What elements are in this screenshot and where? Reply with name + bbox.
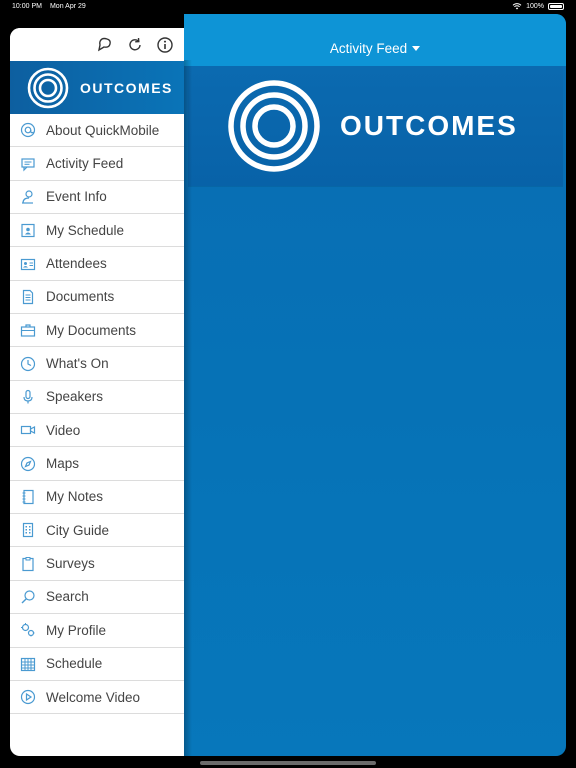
home-indicator[interactable]: [200, 761, 376, 765]
event-icon: [22, 190, 33, 204]
sidebar-item-label: My Documents: [46, 322, 137, 338]
sidebar-item-label: Video: [46, 422, 81, 438]
sidebar-toolbar: [10, 28, 184, 61]
sidebar-item-label: City Guide: [46, 522, 110, 538]
sidebar-item-welcome-video[interactable]: Welcome Video: [10, 680, 184, 715]
document-icon: [22, 289, 34, 304]
status-bar: 10:00 PM Mon Apr 29 100%: [0, 0, 576, 13]
sidebar-item-city-guide[interactable]: City Guide: [10, 514, 184, 548]
sidebar-item-label: Speakers: [46, 389, 104, 405]
clipboard-icon: [22, 556, 34, 571]
calendar-person-icon: [21, 224, 35, 238]
status-time: 10:00 PM: [12, 3, 42, 10]
sidebar-item-label: Welcome Video: [46, 689, 141, 705]
refresh-icon[interactable]: [126, 36, 144, 54]
sidebar-item-schedule[interactable]: Schedule: [10, 647, 184, 681]
feed-selector[interactable]: Activity Feed: [329, 41, 421, 56]
battery-icon: [548, 3, 564, 10]
sidebar-item-maps[interactable]: Maps: [10, 447, 184, 481]
sidebar-item-label: Schedule: [46, 656, 103, 672]
sidebar-item-my-schedule[interactable]: My Schedule: [10, 214, 184, 248]
main-header: Activity Feed: [184, 14, 566, 66]
sidebar-item-surveys[interactable]: Surveys: [10, 547, 184, 581]
sidebar-item-activity-feed[interactable]: Activity Feed: [10, 147, 184, 181]
sidebar-item-label: Maps: [46, 456, 80, 472]
building-icon: [22, 523, 34, 538]
page-title: Activity Feed: [329, 41, 408, 56]
main-panel: Activity Feed OUTCOMES: [184, 14, 566, 756]
sidebar-item-label: My Profile: [46, 622, 107, 638]
sidebar-item-search[interactable]: Search: [10, 580, 184, 615]
sidebar-item-label: My Schedule: [46, 222, 125, 238]
sidebar-item-speakers[interactable]: Speakers: [10, 380, 184, 415]
grid-calendar-icon: [20, 657, 36, 671]
status-right: 100%: [512, 3, 564, 10]
sidebar-item-label: Attendees: [46, 256, 107, 272]
sidebar-item-label: Event Info: [46, 189, 107, 205]
outcomes-logo: [27, 67, 69, 108]
sidebar-item-about-quickmobile[interactable]: About QuickMobile: [10, 114, 184, 148]
sidebar-item-label: About QuickMobile: [46, 122, 160, 138]
compass-icon: [20, 456, 36, 471]
sidebar-item-label: Activity Feed: [46, 156, 124, 172]
sidebar-item-label: What's On: [46, 356, 109, 372]
sidebar-item-label: Documents: [46, 289, 115, 305]
sidebar: OUTCOMES About QuickMobile Activity Feed…: [10, 28, 184, 756]
wifi-icon: [512, 3, 522, 10]
briefcase-icon: [20, 324, 36, 337]
sidebar-item-attendees[interactable]: Attendees: [10, 247, 184, 281]
banner-text: OUTCOMES: [340, 110, 518, 141]
status-date: Mon Apr 29: [49, 3, 86, 10]
at-icon: [20, 123, 36, 138]
clock-icon: [20, 356, 36, 371]
feed-icon: [21, 157, 35, 171]
video-camera-icon: [20, 426, 36, 435]
sidebar-item-whats-on[interactable]: What's On: [10, 347, 184, 381]
bookmark-icon[interactable]: [96, 36, 114, 54]
sidebar-item-documents[interactable]: Documents: [10, 280, 184, 315]
sidebar-brand-text: OUTCOMES: [80, 79, 173, 96]
info-icon[interactable]: [156, 36, 174, 54]
sidebar-menu: About QuickMobile Activity Feed Event In…: [10, 114, 184, 715]
sidebar-item-video[interactable]: Video: [10, 414, 184, 448]
notebook-icon: [22, 489, 34, 505]
sidebar-item-my-notes[interactable]: My Notes: [10, 480, 184, 515]
outcomes-banner-logo: [228, 80, 320, 172]
sidebar-item-event-info[interactable]: Event Info: [10, 180, 184, 215]
sidebar-brand: OUTCOMES: [10, 61, 184, 114]
battery-percent: 100%: [526, 3, 544, 10]
search-icon: [21, 590, 35, 604]
sidebar-item-label: Surveys: [46, 556, 95, 572]
sidebar-item-my-profile[interactable]: My Profile: [10, 614, 184, 648]
microphone-icon: [23, 389, 33, 404]
sidebar-item-my-documents[interactable]: My Documents: [10, 314, 184, 348]
play-circle-icon: [20, 689, 36, 705]
gears-icon: [21, 623, 35, 637]
sidebar-item-label: Search: [46, 589, 89, 605]
drawer-shadow: [184, 60, 192, 756]
sidebar-item-label: My Notes: [46, 489, 104, 505]
outcomes-banner: OUTCOMES: [188, 66, 563, 186]
id-card-icon: [20, 258, 36, 270]
chevron-down-icon: [412, 46, 421, 51]
